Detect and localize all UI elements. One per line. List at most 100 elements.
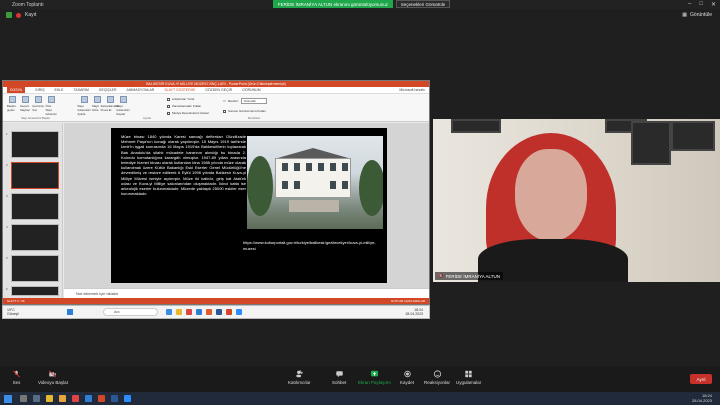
start-video-button[interactable]: Videoyu Başlat <box>38 370 68 385</box>
wall-frame <box>631 121 671 165</box>
folder-icon[interactable] <box>176 309 182 315</box>
smiley-icon <box>433 370 441 378</box>
hide-slide-icon <box>93 96 101 103</box>
system-clock[interactable]: 18:24 28.04.2023 <box>692 393 712 403</box>
chrome-icon[interactable] <box>186 309 192 315</box>
from-current-button[interactable]: Geçerli Slayttan <box>20 96 30 116</box>
use-timings-check[interactable]: Zamanlamaları Kullan <box>167 104 201 108</box>
ribbon-group-setup: Slayt Gösterisini Ayarla Slaytı Gizle Za… <box>77 96 130 116</box>
present-online-button[interactable]: Çevrimiçi Sun <box>32 96 44 116</box>
video-label: Videoyu Başlat <box>38 380 68 385</box>
edge-icon[interactable] <box>85 395 92 402</box>
word-icon[interactable] <box>111 395 118 402</box>
close-icon[interactable]: ✕ <box>711 1 716 8</box>
play-narrations-check[interactable]: Anlatımları Yürüt <box>167 97 194 101</box>
tab-review[interactable]: GÖZDEN GEÇİR <box>205 88 232 92</box>
edge-icon[interactable] <box>196 309 202 315</box>
tab-slideshow[interactable]: SLAYT GÖSTERİSİ <box>164 88 195 92</box>
slide-source-link[interactable]: https://www.kulturportali.gov.tr/turkiye… <box>243 240 383 252</box>
wall-frame <box>451 119 501 133</box>
window-shape <box>318 163 324 171</box>
window-shape <box>282 163 288 171</box>
windows-start-icon[interactable] <box>67 309 73 315</box>
checkbox-icon <box>167 111 170 115</box>
slide-body-text: Müze binası 1840 yılında Karesi sancağı … <box>121 134 246 197</box>
check-label: Zamanlamaları Kullan <box>172 104 202 108</box>
taskview-icon[interactable] <box>166 309 172 315</box>
share-banner: FERİDE İMRANİYA ALTUN ekranını görüntülü… <box>273 0 393 8</box>
slide-thumbnail[interactable]: 1 <box>6 131 59 158</box>
participant-video[interactable]: 🔇 FERİDE İMRANİYA ALTUN <box>433 119 720 282</box>
tab-file[interactable]: DOSYA <box>7 87 25 93</box>
record-button[interactable]: Kaydet <box>400 370 414 385</box>
building-stairs <box>289 200 339 212</box>
chat-button[interactable]: Sohbet <box>332 370 346 385</box>
chrome-icon[interactable] <box>59 395 66 402</box>
tab-animations[interactable]: ANİMASYONLAR <box>127 88 155 92</box>
powerpoint-icon[interactable] <box>98 395 105 402</box>
from-beginning-button[interactable]: Başlan-gıçtan <box>7 96 17 116</box>
share-screen-button[interactable]: Ekran Paylaşımı <box>358 370 391 385</box>
view-button[interactable]: ▦ Görüntüle <box>682 12 712 18</box>
presenter-view-check[interactable]: Sunucu Görünümünü Kullan <box>223 109 266 113</box>
current-slide[interactable]: Müze binası 1840 yılında Karesi sancağı … <box>111 128 387 283</box>
slide-number: 3 <box>6 194 8 198</box>
record-indicator: Kayıt <box>6 12 36 18</box>
tab-transitions[interactable]: GEÇİŞLER <box>99 88 117 92</box>
account-link[interactable]: Microsoft hesabı <box>399 88 425 92</box>
windows-start-icon[interactable] <box>4 394 12 403</box>
group-label-start: Slayt Gösterisini Başlat <box>21 116 50 120</box>
media-controls-check[interactable]: Medya Denetimlerini Göster <box>167 111 209 115</box>
weather-desc: Güneşli <box>7 312 19 316</box>
word-icon[interactable] <box>216 309 222 315</box>
view-options-button[interactable]: Seçenekleri Görüntüle <box>396 0 450 8</box>
maximize-icon[interactable]: □ <box>699 1 703 8</box>
slide-thumbnail[interactable]: 6 <box>6 286 59 296</box>
notes-pane[interactable]: Not eklemek için tıklatın <box>64 288 429 298</box>
share-label: Ekran Paylaşımı <box>358 380 391 385</box>
record-show-button[interactable]: Slayt Gösterisini Kaydet <box>116 96 130 116</box>
participant-name: FERİDE İMRANİYA ALTUN <box>445 273 500 279</box>
slide-thumbnail-selected[interactable]: 2 <box>6 162 59 189</box>
shared-taskbar: 19°C Güneşli Ara 18:24 28.04.2023 <box>2 305 430 319</box>
window-shape <box>342 163 348 171</box>
tab-home[interactable]: GİRİŞ <box>35 88 45 92</box>
mic-muted-icon: 🔇 <box>438 273 444 278</box>
group-label-monitors: Monitörler <box>248 116 261 120</box>
tab-insert[interactable]: EKLE <box>55 88 64 92</box>
minimize-icon[interactable]: – <box>688 1 691 8</box>
monitor-icon: ▭ <box>223 99 226 103</box>
acrobat-icon[interactable] <box>72 395 79 402</box>
slide-thumbnail[interactable]: 3 <box>6 193 59 220</box>
custom-show-button[interactable]: Özel Slayt Gösterisi <box>45 96 57 116</box>
apps-button[interactable]: Uygulamalar <box>456 370 481 385</box>
tab-view[interactable]: GÖRÜNÜM <box>242 88 260 92</box>
monitor-select[interactable]: ▭ Monitör: Otomatik <box>223 98 267 104</box>
slide-thumbnail[interactable]: 4 <box>6 224 59 251</box>
check-label: Anlatımları Yürüt <box>172 97 195 101</box>
tab-design[interactable]: TASARIM <box>73 88 88 92</box>
powerpoint-icon[interactable] <box>226 309 232 315</box>
zoom-icon[interactable] <box>124 395 131 402</box>
zoom-icon[interactable] <box>236 309 242 315</box>
taskbar-search[interactable]: Ara <box>103 308 158 316</box>
rehearse-timings-button[interactable]: Zamanlamaları Prova Et <box>101 96 119 116</box>
ribbon-label: Slayt Gösterisini Kaydet <box>116 104 130 116</box>
leave-button[interactable]: Ayrıl <box>690 374 712 384</box>
weather-widget[interactable]: 19°C Güneşli <box>7 308 67 316</box>
record-label: Kayıt <box>25 12 37 18</box>
taskview-icon[interactable] <box>33 395 40 402</box>
search-icon[interactable] <box>20 395 27 402</box>
audio-button[interactable]: Ses <box>12 370 21 385</box>
clock-date: 28.04.2023 <box>405 312 423 316</box>
status-right[interactable]: NOTLAR AÇIKLAMALAR <box>391 299 425 303</box>
setup-show-button[interactable]: Slayt Gösterisini Ayarla <box>77 96 91 116</box>
office-icon[interactable] <box>206 309 212 315</box>
folder-icon[interactable] <box>46 395 53 402</box>
participants-label: Katılımcılar <box>288 380 311 385</box>
slide-thumbnail[interactable]: 5 <box>6 255 59 282</box>
windows-taskbar: 18:24 28.04.2023 <box>0 392 720 405</box>
slide-number: 1 <box>6 132 8 136</box>
monitor-value[interactable]: Otomatik <box>240 98 267 104</box>
reactions-button[interactable]: Reaksiyonlar <box>424 370 450 385</box>
